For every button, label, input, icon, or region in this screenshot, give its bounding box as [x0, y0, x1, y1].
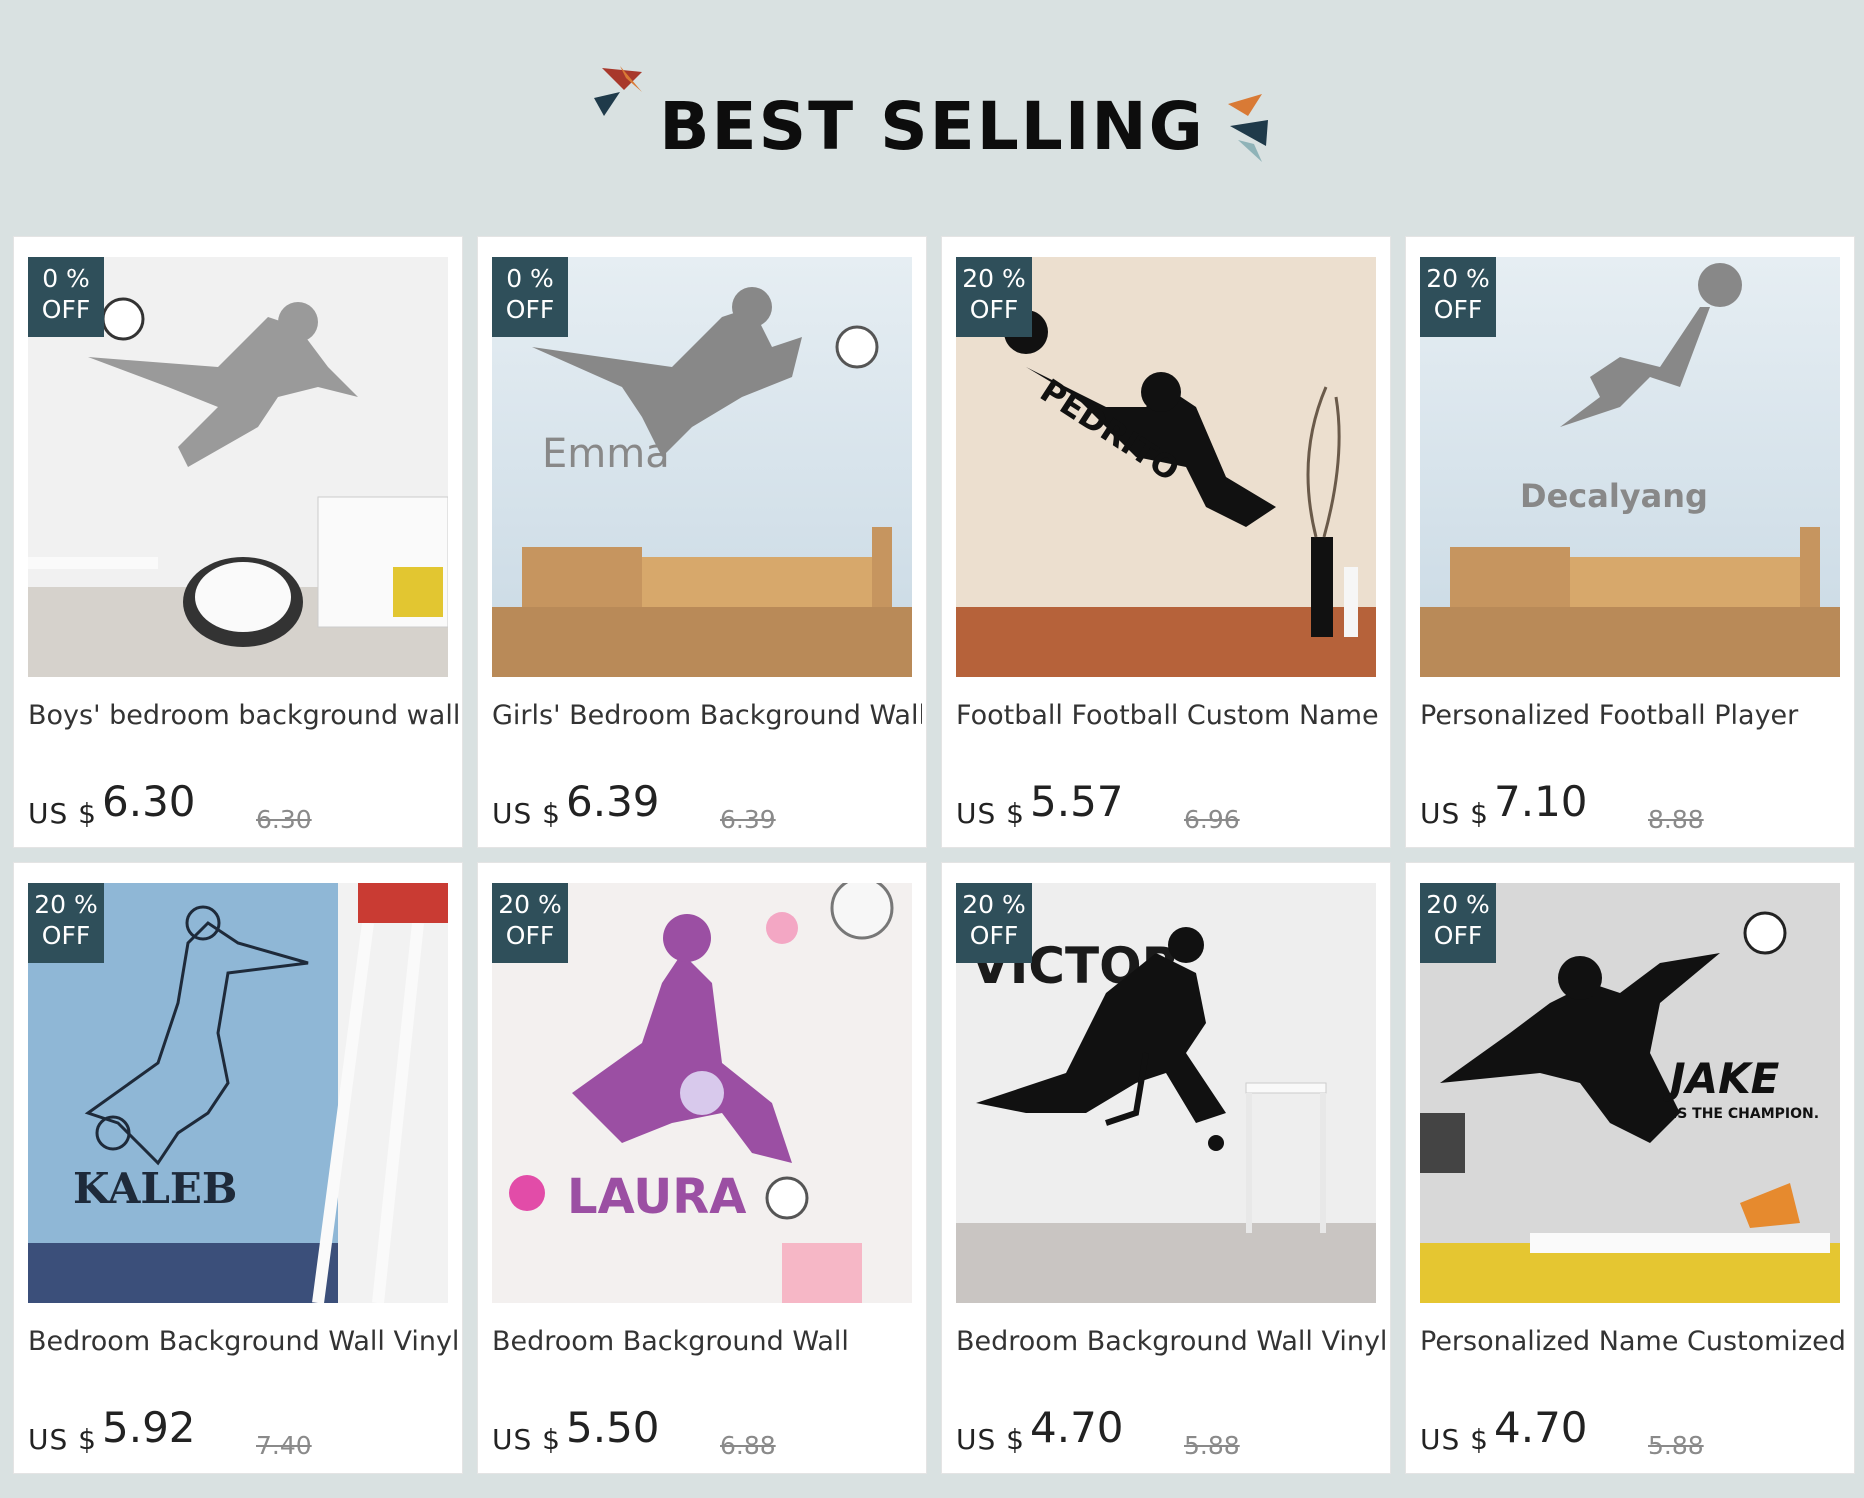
product-title[interactable]: Bedroom Background Wall	[492, 1326, 922, 1357]
price: 6.39	[566, 777, 660, 826]
product-title[interactable]: Football Football Custom Name	[956, 700, 1386, 731]
discount-badge: 0 % OFF	[28, 257, 104, 337]
price: 4.70	[1030, 1403, 1124, 1452]
currency: US $	[492, 797, 561, 830]
discount-badge: 0 % OFF	[492, 257, 568, 337]
product-title[interactable]: Boys' bedroom background wall	[28, 700, 458, 731]
currency: US $	[956, 797, 1025, 830]
price-row: US $ 5.57 6.96	[956, 769, 1386, 834]
price: 6.30	[102, 777, 196, 826]
price: 5.92	[102, 1403, 196, 1452]
old-price: 6.30	[256, 805, 312, 834]
currency: US $	[28, 797, 97, 830]
product-title[interactable]: Personalized Football Player	[1420, 700, 1850, 731]
product-title[interactable]: Bedroom Background Wall Vinyl	[28, 1326, 458, 1357]
old-price: 6.96	[1184, 805, 1240, 834]
old-price: 8.88	[1648, 805, 1704, 834]
product-title[interactable]: Personalized Name Customized	[1420, 1326, 1850, 1357]
currency: US $	[1420, 1423, 1489, 1456]
product-title[interactable]: Girls' Bedroom Background Wall	[492, 700, 922, 731]
price-row: US $ 6.30 6.30	[28, 769, 458, 834]
price-row: US $ 4.70 5.88	[1420, 1395, 1850, 1460]
price-row: US $ 5.50 6.88	[492, 1395, 922, 1460]
old-price: 7.40	[256, 1431, 312, 1460]
product-card[interactable]: Emma 0 % OFF Girls' Bedroom Background Wa…	[477, 236, 927, 848]
product-title[interactable]: Bedroom Background Wall Vinyl	[956, 1326, 1386, 1357]
discount-badge: 20 % OFF	[28, 883, 104, 963]
page-title: BEST SELLING	[659, 88, 1205, 165]
price: 4.70	[1494, 1403, 1588, 1452]
svg-text:IS THE CHAMPION.: IS THE CHAMPION.	[1672, 1106, 1819, 1122]
header: BEST SELLING	[0, 0, 1864, 230]
product-card[interactable]: KALEB 20 % OFF Bedroom Background Wall Vi…	[13, 862, 463, 1474]
price-row: US $ 4.70 5.88	[956, 1395, 1386, 1460]
old-price: 5.88	[1648, 1431, 1704, 1460]
old-price: 6.39	[720, 805, 776, 834]
old-price: 5.88	[1184, 1431, 1240, 1460]
product-card[interactable]: Decalyang 20 % OFF Personalized Football …	[1405, 236, 1855, 848]
old-price: 6.88	[720, 1431, 776, 1460]
discount-badge: 20 % OFF	[956, 257, 1032, 337]
price: 5.50	[566, 1403, 660, 1452]
discount-badge: 20 % OFF	[492, 883, 568, 963]
currency: US $	[492, 1423, 561, 1456]
price-row: US $ 6.39 6.39	[492, 769, 922, 834]
price: 5.57	[1030, 777, 1124, 826]
product-card[interactable]: VICTOR 20 % OFF Bedroom Background Wall V…	[941, 862, 1391, 1474]
product-card[interactable]: PEDRITO 20 % OFF Football Football Custom…	[941, 236, 1391, 848]
discount-badge: 20 % OFF	[956, 883, 1032, 963]
product-card[interactable]: JAKE IS THE CHAMPION. 20 % OFF Personaliz…	[1405, 862, 1855, 1474]
discount-badge: 20 % OFF	[1420, 883, 1496, 963]
svg-text:JAKE: JAKE	[1663, 1054, 1780, 1103]
svg-text:Emma: Emma	[542, 431, 670, 477]
product-card[interactable]: LAURA 20 % OFF Bedroom Background Wall US…	[477, 862, 927, 1474]
svg-text:KALEB: KALEB	[73, 1164, 237, 1213]
currency: US $	[28, 1423, 97, 1456]
right-triangles-icon	[1228, 94, 1268, 162]
price-row: US $ 5.92 7.40	[28, 1395, 458, 1460]
product-card[interactable]: 0 % OFF Boys' bedroom background wall US …	[13, 236, 463, 848]
currency: US $	[1420, 797, 1489, 830]
svg-text:LAURA: LAURA	[567, 1169, 746, 1225]
price: 7.10	[1494, 777, 1588, 826]
svg-text:Decalyang: Decalyang	[1520, 477, 1708, 515]
discount-badge: 20 % OFF	[1420, 257, 1496, 337]
price-row: US $ 7.10 8.88	[1420, 769, 1850, 834]
currency: US $	[956, 1423, 1025, 1456]
